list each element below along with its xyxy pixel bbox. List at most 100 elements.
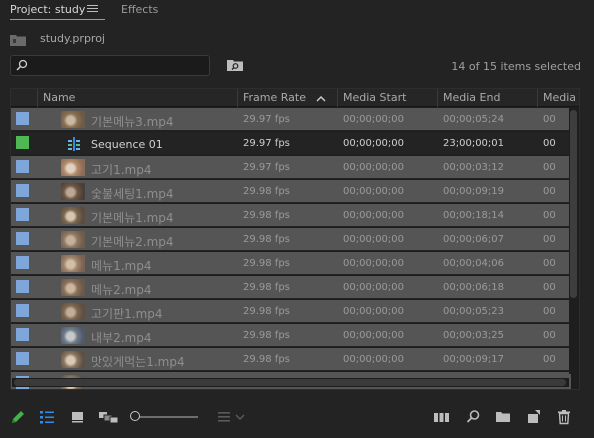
search-input[interactable] <box>31 58 201 73</box>
new-item-icon[interactable] <box>525 408 543 426</box>
frame-rate-cell: 29.98 fps <box>243 258 290 269</box>
media-start-cell: 00;00;00;00 <box>343 330 405 341</box>
item-name: Sequence 01 <box>91 138 163 151</box>
table-header: Name Frame Rate Media Start Media End Me… <box>11 89 579 122</box>
label-color-swatch[interactable] <box>16 208 29 221</box>
media-duration-cell: 00 <box>543 138 556 149</box>
project-file-name: study.prproj <box>40 32 105 45</box>
new-search-bin-icon[interactable] <box>227 59 243 71</box>
table-row[interactable]: 고기1.mp4 29.97 fps 00;00;00;00 00;00;03;12 00 <box>11 156 571 179</box>
table-row[interactable]: 맛있게먹는1.mp4 29.98 fps 00;00;00;00 00;00;09;1… <box>11 348 571 371</box>
icon-view-icon[interactable] <box>69 408 87 426</box>
table-row[interactable]: 내부2.mp4 29.98 fps 00;00;00;00 00;00;03;25 00 <box>11 324 571 347</box>
find-icon[interactable] <box>464 408 482 426</box>
media-duration-cell: 00 <box>543 186 556 197</box>
media-duration-cell: 00 <box>543 234 556 245</box>
vertical-scrollbar-thumb[interactable] <box>570 110 577 298</box>
clear-icon[interactable] <box>555 408 573 426</box>
item-name: 내부2.mp4 <box>91 331 152 345</box>
table-row[interactable]: 고기판1.mp4 29.98 fps 00;00;00;00 00;00;05;23 0… <box>11 300 571 323</box>
pencil-icon[interactable] <box>9 408 27 426</box>
tab-project[interactable]: Project: study <box>10 3 85 17</box>
table-row[interactable]: 메뉴1.mp4 29.98 fps 00;00;00;00 00;00;04;06 00 <box>11 252 571 275</box>
media-start-cell: 00;00;00;00 <box>343 186 405 197</box>
label-color-swatch[interactable] <box>16 280 29 293</box>
media-duration-cell: 00 <box>543 282 556 293</box>
column-header-media-start[interactable]: Media Start <box>337 89 437 107</box>
label-color-swatch[interactable] <box>16 304 29 317</box>
project-file-icon <box>10 35 26 46</box>
media-end-cell: 00;00;18;14 <box>443 210 505 221</box>
table-row[interactable]: 기본메뉴1.mp4 29.98 fps 00;00;00;00 00;00;18;14… <box>11 204 571 227</box>
frame-rate-cell: 29.98 fps <box>243 354 290 365</box>
label-color-swatch[interactable] <box>16 328 29 341</box>
zoom-slider-track[interactable] <box>138 416 198 418</box>
item-name: 기본메뉴3.mp4 <box>91 115 174 129</box>
label-color-swatch[interactable] <box>16 232 29 245</box>
horizontal-scrollbar-thumb[interactable] <box>14 379 566 386</box>
zoom-slider-handle[interactable] <box>130 411 140 421</box>
project-items-table: Name Frame Rate Media Start Media End Me… <box>10 88 580 390</box>
panel-menu-icon[interactable] <box>87 3 98 13</box>
clip-thumbnail <box>61 255 85 272</box>
item-name: 메뉴2.mp4 <box>91 283 152 297</box>
tab-effects[interactable]: Effects <box>121 3 158 17</box>
table-row[interactable]: 기본메뉴3.mp4 29.97 fps 00;00;00;00 00;00;05;24… <box>11 108 571 131</box>
item-name: 맛있게먹는1.mp4 <box>91 355 185 369</box>
new-bin-icon[interactable] <box>494 408 512 426</box>
media-start-cell: 00;00;00;00 <box>343 210 405 221</box>
item-name: 기본메뉴1.mp4 <box>91 211 174 225</box>
clip-thumbnail <box>61 207 85 224</box>
media-duration-cell: 00 <box>543 162 556 173</box>
sequence-icon <box>68 137 80 151</box>
media-duration-cell: 00 <box>543 114 556 125</box>
label-color-swatch[interactable] <box>16 136 29 149</box>
column-header-name[interactable]: Name <box>37 89 241 107</box>
column-label-color[interactable] <box>11 89 37 107</box>
clip-thumbnail <box>61 327 85 344</box>
column-header-media-end[interactable]: Media End <box>437 89 537 107</box>
media-end-cell: 00;00;06;07 <box>443 234 505 245</box>
selection-status: 14 of 15 items selected <box>451 60 581 73</box>
clip-thumbnail <box>61 111 85 128</box>
media-end-cell: 00;00;09;19 <box>443 186 505 197</box>
vertical-scrollbar[interactable] <box>569 108 578 374</box>
frame-rate-cell: 29.97 fps <box>243 138 290 149</box>
media-end-cell: 00;00;09;17 <box>443 354 505 365</box>
table-row[interactable]: 메뉴2.mp4 29.98 fps 00;00;00;00 00;00;06;18 00 <box>11 276 571 299</box>
search-icon <box>16 59 28 71</box>
media-start-cell: 00;00;00;00 <box>343 138 405 149</box>
label-color-swatch[interactable] <box>16 112 29 125</box>
label-color-swatch[interactable] <box>16 184 29 197</box>
label-color-swatch[interactable] <box>16 256 29 269</box>
media-end-cell: 00;00;03;25 <box>443 330 505 341</box>
table-row[interactable]: 기본메뉴2.mp4 29.98 fps 00;00;00;00 00;00;06;07… <box>11 228 571 251</box>
sort-icons-icon[interactable] <box>216 408 248 426</box>
search-field[interactable] <box>10 55 210 76</box>
table-row[interactable]: Sequence 01 29.97 fps 00;00;00;00 23;00;00;… <box>11 132 571 155</box>
freeform-view-icon[interactable] <box>98 408 120 426</box>
frame-rate-cell: 29.97 fps <box>243 114 290 125</box>
item-name: 숯불세팅1.mp4 <box>91 187 174 201</box>
media-duration-cell: 00 <box>543 306 556 317</box>
media-start-cell: 00;00;00;00 <box>343 258 405 269</box>
clip-thumbnail <box>61 351 85 368</box>
media-duration-cell: 00 <box>543 210 556 221</box>
media-start-cell: 00;00;00;00 <box>343 114 405 125</box>
frame-rate-cell: 29.98 fps <box>243 210 290 221</box>
media-start-cell: 00;00;00;00 <box>343 234 405 245</box>
label-color-swatch[interactable] <box>16 160 29 173</box>
table-row[interactable]: 숯불세팅1.mp4 29.98 fps 00;00;00;00 00;00;09;19… <box>11 180 571 203</box>
media-duration-cell: 00 <box>543 258 556 269</box>
media-end-cell: 00;00;05;24 <box>443 114 505 125</box>
media-duration-cell: 00 <box>543 330 556 341</box>
horizontal-scrollbar[interactable] <box>12 378 569 387</box>
item-name: 고기1.mp4 <box>91 163 152 177</box>
column-header-frame-rate[interactable]: Frame Rate <box>237 89 337 107</box>
list-view-icon[interactable] <box>38 408 56 426</box>
item-name: 기본메뉴2.mp4 <box>91 235 174 249</box>
label-color-swatch[interactable] <box>16 352 29 365</box>
column-header-media-duration[interactable]: Media D <box>537 89 579 122</box>
automate-to-sequence-icon[interactable] <box>433 408 451 426</box>
media-start-cell: 00;00;00;00 <box>343 354 405 365</box>
